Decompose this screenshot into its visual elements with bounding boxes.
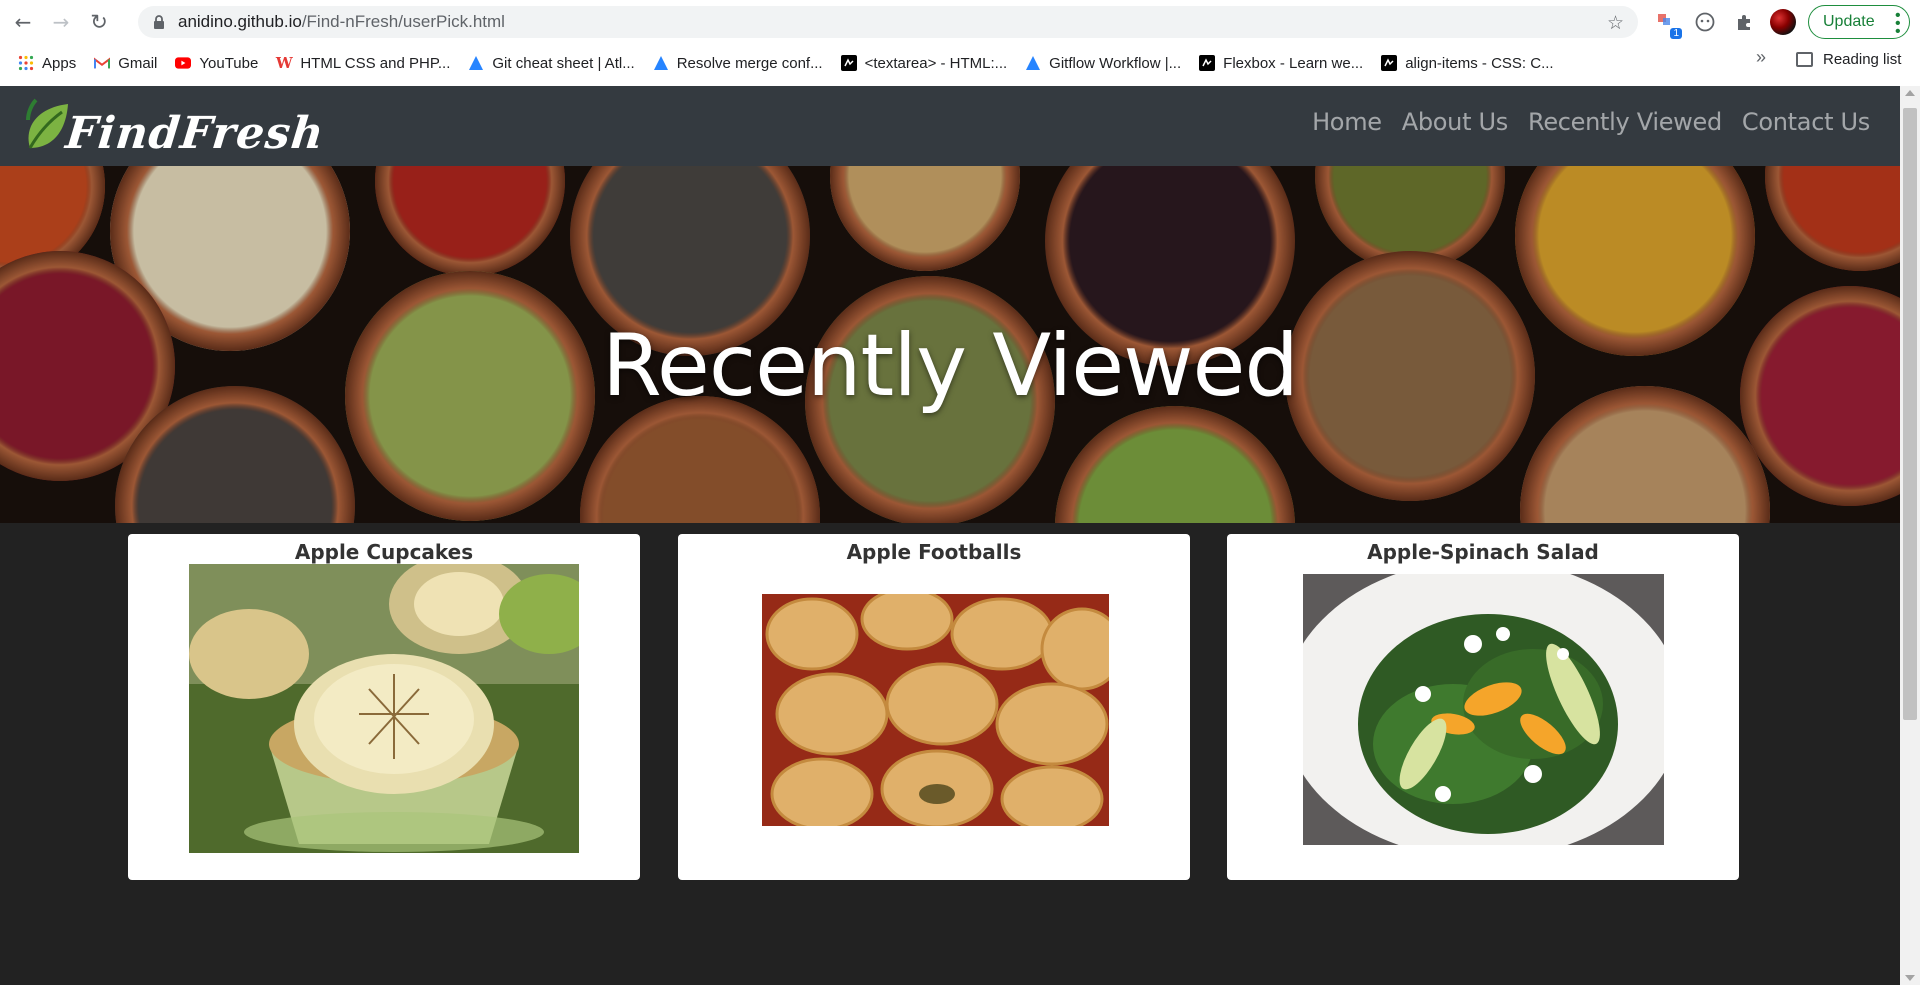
logo-text: FindFresh (63, 108, 327, 159)
bookmark-apps[interactable]: Apps (18, 55, 76, 72)
card-title[interactable]: Apple Footballs (678, 540, 1190, 564)
mdn-icon (840, 55, 857, 71)
profile-avatar-icon[interactable] (1770, 9, 1796, 35)
apple-spinach-salad-image[interactable] (1303, 574, 1664, 845)
url-domain: anidino.github.io (178, 12, 302, 31)
kebab-menu-icon[interactable]: • • • (1895, 8, 1901, 40)
gmail-icon (94, 55, 111, 71)
back-arrow-icon[interactable]: ← (8, 7, 38, 37)
url-path: /Find-nFresh/userPick.html (301, 12, 505, 31)
main-nav: Home About Us Recently Viewed Contact Us (1312, 108, 1870, 136)
lock-icon (152, 15, 166, 29)
atlassian-icon (1025, 55, 1041, 71)
bookmark-html-css-php[interactable]: W HTML CSS and PHP... (275, 54, 451, 72)
bookmark-flexbox[interactable]: Flexbox - Learn we... (1199, 55, 1363, 72)
bookmark-label: <textarea> - HTML:... (864, 54, 1008, 72)
bookmark-star-icon[interactable]: ☆ (1607, 12, 1624, 34)
bookmark-gitflow[interactable]: Gitflow Workflow |... (1025, 55, 1181, 72)
w-icon: W (275, 54, 293, 72)
reading-list-label: Reading list (1823, 51, 1902, 68)
reading-list-button[interactable]: Reading list (1796, 51, 1901, 68)
page-scrollbar[interactable] (1900, 86, 1920, 985)
bookmark-textarea-mdn[interactable]: <textarea> - HTML:... (840, 54, 1008, 72)
bookmark-label: YouTube (199, 54, 259, 72)
browser-toolbar: ← → ↻ anidino.github.io/Find-nFresh/user… (0, 0, 1920, 44)
apple-cupcakes-image[interactable] (189, 564, 579, 853)
extensions-puzzle-icon[interactable] (1732, 9, 1758, 35)
mdn-icon (1199, 55, 1216, 71)
recipe-card-apple-footballs[interactable]: Apple Footballs (678, 534, 1190, 880)
bookmark-youtube[interactable]: YouTube (175, 55, 258, 72)
bookmark-label: Resolve merge conf... (676, 54, 823, 72)
card-title[interactable]: Apple Cupcakes (128, 540, 640, 564)
extension-badge: 1 (1670, 28, 1682, 39)
bookmarks-bar: Apps Gmail YouTube W HTML CSS and PHP...… (0, 47, 1920, 79)
bookmark-resolve-merge[interactable]: Resolve merge conf... (653, 55, 823, 72)
bookmark-gmail[interactable]: Gmail (94, 55, 157, 72)
nav-link-recently-viewed[interactable]: Recently Viewed (1528, 108, 1722, 136)
more-bookmarks-chevron-icon[interactable]: » (1756, 47, 1766, 68)
address-bar[interactable]: anidino.github.io/Find-nFresh/userPick.h… (138, 6, 1638, 38)
bookmark-align-items[interactable]: align-items - CSS: C... (1381, 54, 1554, 72)
bookmark-label: HTML CSS and PHP... (300, 54, 451, 72)
card-title[interactable]: Apple-Spinach Salad (1227, 540, 1739, 564)
hero-banner: Recently Viewed (0, 166, 1900, 523)
scroll-thumb[interactable] (1903, 108, 1917, 720)
bookmark-label: align-items - CSS: C... (1405, 54, 1554, 72)
scroll-up-arrow-icon[interactable] (1905, 90, 1915, 96)
bookmark-label: Gmail (118, 54, 158, 72)
bookmark-label: Gitflow Workflow |... (1049, 54, 1182, 72)
atlassian-icon (653, 55, 669, 71)
hero-title: Recently Viewed (602, 316, 1299, 416)
update-label: Update (1823, 13, 1875, 30)
extension-puzzle-badge-icon[interactable]: 1 (1654, 9, 1682, 39)
bookmark-label: Apps (42, 54, 77, 72)
update-button[interactable]: Update • • • (1808, 5, 1910, 40)
bookmark-label: Git cheat sheet | Atl... (492, 54, 635, 72)
forward-arrow-icon[interactable]: → (46, 7, 76, 37)
reading-list-icon (1796, 52, 1813, 67)
apple-footballs-image[interactable] (762, 594, 1109, 826)
apps-grid-icon (18, 55, 34, 71)
nav-link-about-us[interactable]: About Us (1402, 108, 1509, 136)
mdn-icon (1381, 55, 1398, 71)
site-navbar: FindFresh Home About Us Recently Viewed … (0, 86, 1900, 166)
recipe-card-apple-cupcakes[interactable]: Apple Cupcakes (128, 534, 640, 880)
browser-chrome: ← → ↻ anidino.github.io/Find-nFresh/user… (0, 0, 1920, 86)
reload-icon[interactable]: ↻ (84, 7, 114, 37)
url-text[interactable]: anidino.github.io/Find-nFresh/userPick.h… (178, 12, 505, 32)
scroll-down-arrow-icon[interactable] (1905, 975, 1915, 981)
site-logo[interactable]: FindFresh (22, 94, 327, 159)
atlassian-icon (468, 55, 484, 71)
nav-link-contact-us[interactable]: Contact Us (1742, 108, 1870, 136)
bookmark-label: Flexbox - Learn we... (1223, 54, 1364, 72)
nav-link-home[interactable]: Home (1312, 108, 1382, 136)
bookmark-git-cheat-sheet[interactable]: Git cheat sheet | Atl... (468, 54, 635, 72)
face-extension-icon[interactable] (1692, 9, 1718, 35)
youtube-icon (175, 55, 192, 71)
recipe-card-apple-spinach-salad[interactable]: Apple-Spinach Salad (1227, 534, 1739, 880)
web-page: FindFresh Home About Us Recently Viewed … (0, 86, 1900, 985)
